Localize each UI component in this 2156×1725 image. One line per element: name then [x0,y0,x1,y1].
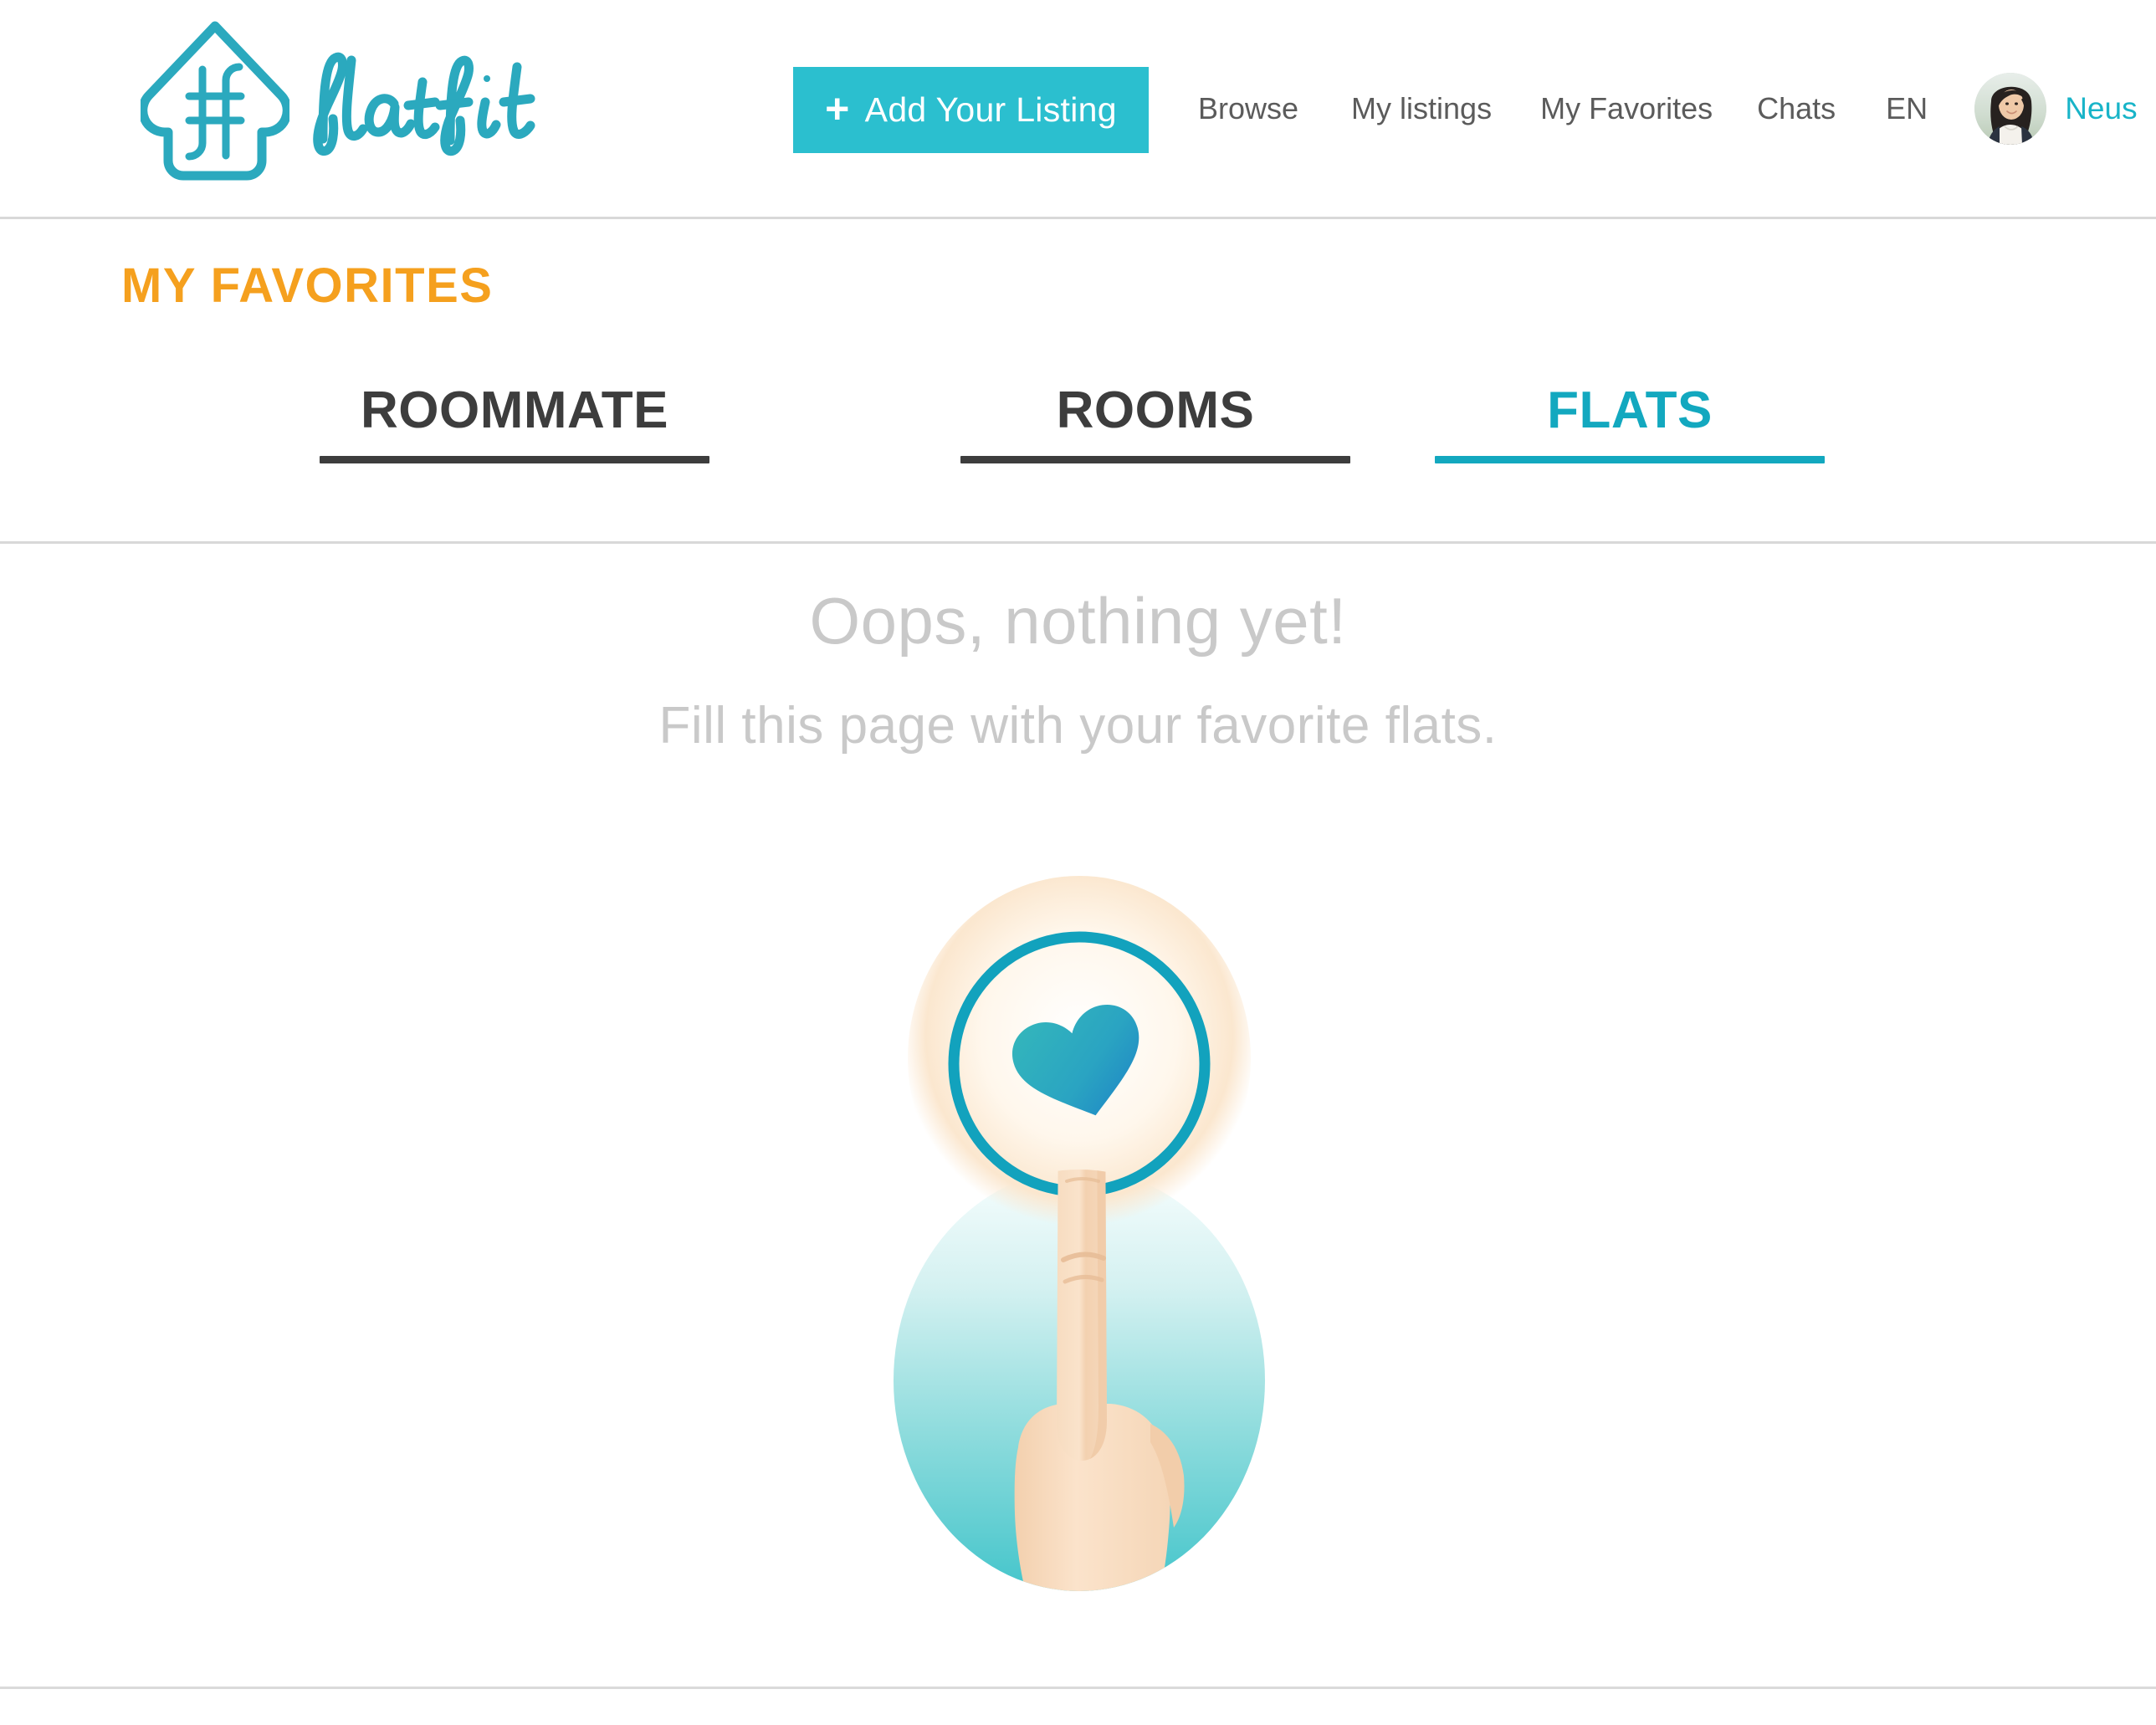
add-your-listing-button[interactable]: + Add Your Listing [793,67,1149,153]
nav-item-browse[interactable]: Browse [1198,79,1298,138]
brand-logo[interactable] [141,15,551,187]
tab-flats[interactable]: FLATS [1435,381,1825,464]
empty-state-headline: Oops, nothing yet! [809,584,1347,658]
brand-wordmark [313,52,535,156]
language-selector-en[interactable]: EN [1886,79,1928,138]
avatar[interactable] [1974,73,2047,145]
footer-divider [0,1687,2156,1689]
empty-state: Oops, nothing yet! Fill this page with y… [0,584,2156,755]
house-monogram-icon [141,21,289,180]
favorites-tabs: ROOMMATE ROOMS FLATS [0,368,2156,544]
primary-navigation: Browse My listings My Favorites Chats EN [1198,73,2156,145]
tab-rooms-underline [960,456,1350,464]
tab-roommate-label: ROOMMATE [361,381,668,439]
user-avatar-photo [1974,73,2047,145]
tab-rooms[interactable]: ROOMS [960,381,1350,464]
tab-rooms-label: ROOMS [1056,381,1255,439]
account-name[interactable]: Neus [2065,91,2137,126]
page-title: MY FAVORITES [121,258,494,313]
empty-state-illustration [791,870,1368,1623]
site-header: + Add Your Listing Browse My listings My… [0,0,2156,219]
nav-item-my-listings[interactable]: My listings [1351,79,1492,138]
tab-roommate-underline [320,456,709,464]
tab-flats-underline [1435,456,1825,464]
empty-state-subtext: Fill this page with your favorite flats. [658,696,1498,755]
tab-flats-label: FLATS [1547,381,1713,439]
nav-item-chats[interactable]: Chats [1757,79,1836,138]
plus-icon: + [825,84,850,132]
tab-roommate[interactable]: ROOMMATE [320,381,709,464]
app-page: + Add Your Listing Browse My listings My… [0,0,2156,1725]
add-listing-label: Add Your Listing [864,90,1117,129]
nav-item-my-favorites[interactable]: My Favorites [1540,79,1713,138]
